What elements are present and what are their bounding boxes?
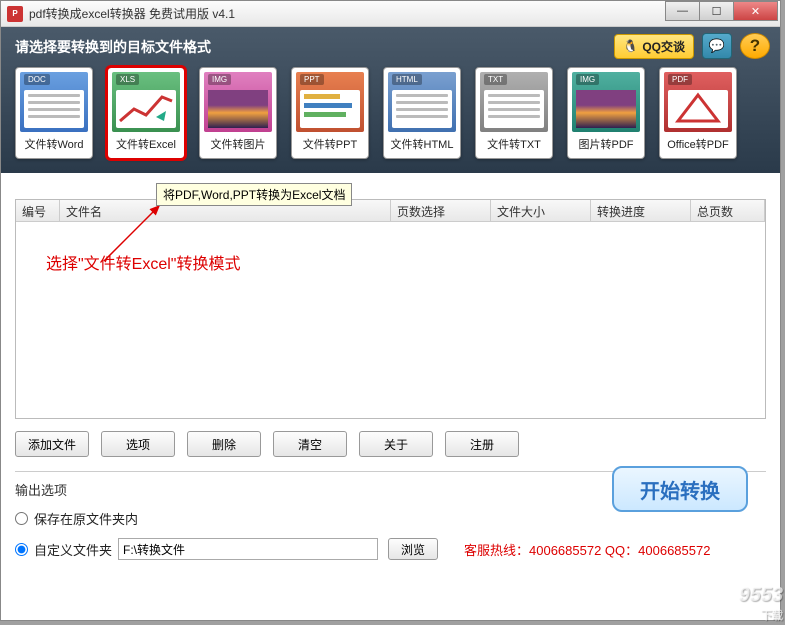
app-window: P pdf转换成excel转换器 免费试用版 v4.1 — ☐ ✕ 请选择要转换… [0, 0, 781, 621]
format-label: 图片转PDF [572, 136, 640, 152]
help-button[interactable]: ? [740, 33, 770, 59]
column-header[interactable]: 总页数 [691, 200, 765, 221]
minimize-button[interactable]: — [665, 1, 700, 21]
format-card-文件转TXT[interactable]: TXT 文件转TXT [475, 67, 553, 159]
options-button[interactable]: 选项 [101, 431, 175, 457]
chat-icon: 💬 [709, 38, 725, 54]
format-card-文件转Excel[interactable]: XLS 文件转Excel [107, 67, 185, 159]
column-header[interactable]: 编号 [16, 200, 60, 221]
format-icon: IMG [572, 72, 640, 132]
column-header[interactable]: 页数选择 [391, 200, 491, 221]
format-card-文件转Word[interactable]: DOC 文件转Word [15, 67, 93, 159]
titlebar: P pdf转换成excel转换器 免费试用版 v4.1 — ☐ ✕ [1, 1, 780, 27]
format-icon: PDF [664, 72, 732, 132]
clear-button[interactable]: 清空 [273, 431, 347, 457]
window-title: pdf转换成excel转换器 免费试用版 v4.1 [29, 5, 235, 22]
header-bar: 请选择要转换到的目标文件格式 🐧 QQ交谈 💬 ? DOC文件转WordXLS文… [1, 27, 780, 173]
app-icon: P [7, 6, 23, 22]
file-table: 编号文件名页数选择文件大小转换进度总页数 选择"文件转Excel"转换模式 [15, 199, 766, 419]
format-icon: PPT [296, 72, 364, 132]
table-header: 编号文件名页数选择文件大小转换进度总页数 [16, 200, 765, 222]
format-icon: HTML [388, 72, 456, 132]
format-row: DOC 文件转Word XLS 文件转Excel IMG 文件转图片 PPT 文件转PPT HT… [15, 67, 766, 159]
tooltip: 将PDF,Word,PPT转换为Excel文档 [156, 183, 352, 206]
format-label: 文件转Word [20, 136, 88, 152]
qq-chat-button[interactable]: 🐧 QQ交谈 [614, 34, 694, 59]
format-icon: TXT [480, 72, 548, 132]
help-icon: ? [750, 36, 760, 56]
delete-button[interactable]: 删除 [187, 431, 261, 457]
output-path-input[interactable] [118, 538, 378, 560]
format-icon: XLS [112, 72, 180, 132]
column-header[interactable]: 文件大小 [491, 200, 591, 221]
save-original-radio[interactable] [15, 512, 28, 525]
format-card-Office转PDF[interactable]: PDF Office转PDF [659, 67, 737, 159]
annotation-text: 选择"文件转Excel"转换模式 [46, 250, 241, 274]
about-button[interactable]: 关于 [359, 431, 433, 457]
format-label: 文件转图片 [204, 136, 272, 152]
format-card-文件转HTML[interactable]: HTML 文件转HTML [383, 67, 461, 159]
save-original-label: 保存在原文件夹内 [34, 509, 138, 528]
format-card-文件转PPT[interactable]: PPT 文件转PPT [291, 67, 369, 159]
format-label: 文件转HTML [388, 136, 456, 152]
format-label: 文件转PPT [296, 136, 364, 152]
register-button[interactable]: 注册 [445, 431, 519, 457]
format-icon: IMG [204, 72, 272, 132]
start-convert-button[interactable]: 开始转换 [612, 466, 748, 512]
format-label: 文件转TXT [480, 136, 548, 152]
window-controls: — ☐ ✕ [666, 1, 778, 21]
action-button-row: 添加文件 选项 删除 清空 关于 注册 [15, 431, 766, 457]
penguin-icon: 🐧 [623, 39, 638, 53]
format-card-图片转PDF[interactable]: IMG 图片转PDF [567, 67, 645, 159]
browse-button[interactable]: 浏览 [388, 538, 438, 560]
format-card-文件转图片[interactable]: IMG 文件转图片 [199, 67, 277, 159]
custom-folder-radio[interactable] [15, 543, 28, 556]
format-label: Office转PDF [664, 136, 732, 152]
add-file-button[interactable]: 添加文件 [15, 431, 89, 457]
content-area: 编号文件名页数选择文件大小转换进度总页数 选择"文件转Excel"转换模式 添加… [1, 173, 780, 580]
format-label: 文件转Excel [112, 136, 180, 152]
watermark: 9553下载 [739, 584, 784, 623]
output-section: 开始转换 输出选项 保存在原文件夹内 自定义文件夹 浏览 客服热线：400668… [15, 471, 766, 560]
chat-button[interactable]: 💬 [702, 33, 732, 59]
format-icon: DOC [20, 72, 88, 132]
custom-folder-label: 自定义文件夹 [34, 540, 112, 559]
hotline-text: 客服热线：4006685572 QQ：4006685572 [464, 540, 710, 559]
column-header[interactable]: 转换进度 [591, 200, 691, 221]
maximize-button[interactable]: ☐ [699, 1, 734, 21]
close-button[interactable]: ✕ [733, 1, 778, 21]
